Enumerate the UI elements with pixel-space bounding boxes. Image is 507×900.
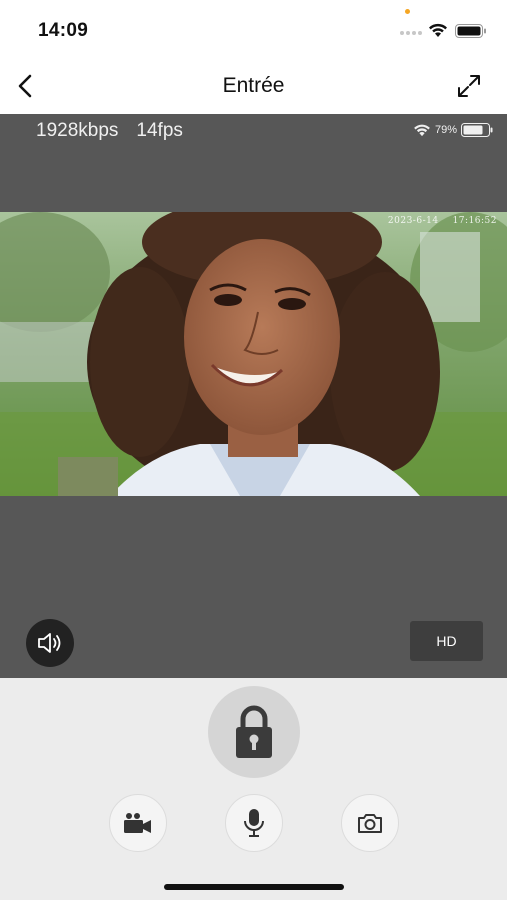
home-indicator[interactable] bbox=[164, 884, 344, 890]
camera-status: 79% bbox=[413, 123, 493, 137]
speaker-button[interactable] bbox=[26, 619, 74, 667]
camera-battery-icon bbox=[461, 123, 493, 137]
page-title: Entrée bbox=[222, 74, 285, 97]
status-bar: 14:09 bbox=[0, 0, 507, 58]
stream-stats: 1928kbps 14fps bbox=[36, 120, 183, 142]
speaker-icon bbox=[38, 633, 61, 653]
bitrate-readout: 1928kbps bbox=[36, 120, 119, 141]
microphone-button[interactable] bbox=[225, 794, 283, 852]
privacy-indicator-dot bbox=[405, 9, 410, 14]
microphone-icon bbox=[244, 809, 264, 837]
snapshot-button[interactable] bbox=[341, 794, 399, 852]
navigation-bar: Entrée bbox=[0, 58, 507, 114]
live-video-feed[interactable]: 2023-6-14 17:16:52 bbox=[0, 212, 507, 496]
controls-panel bbox=[0, 678, 507, 900]
framerate-readout: 14fps bbox=[136, 120, 183, 141]
battery-icon bbox=[455, 24, 486, 38]
visitor-video-image bbox=[0, 212, 507, 496]
lock-icon bbox=[236, 705, 272, 758]
video-area: 1928kbps 14fps 79% 2023-6-14 17:16:52 HD bbox=[0, 114, 507, 678]
video-timestamp-time: 17:16:52 bbox=[452, 216, 497, 226]
expand-arrows-icon[interactable] bbox=[455, 72, 483, 100]
record-video-button[interactable] bbox=[109, 794, 167, 852]
hd-quality-button[interactable]: HD bbox=[410, 621, 483, 661]
cellular-signal-icon bbox=[400, 31, 422, 35]
unlock-door-button[interactable] bbox=[208, 686, 300, 778]
wifi-icon bbox=[429, 23, 447, 37]
camera-icon bbox=[358, 814, 382, 833]
camera-wifi-icon bbox=[414, 124, 430, 137]
video-camera-icon bbox=[124, 813, 151, 833]
video-timestamp-date: 2023-6-14 bbox=[387, 216, 439, 226]
video-timestamp: 2023-6-14 17:16:52 bbox=[388, 216, 497, 226]
camera-battery-percent: 79% bbox=[434, 124, 457, 136]
status-time: 14:09 bbox=[38, 20, 89, 41]
